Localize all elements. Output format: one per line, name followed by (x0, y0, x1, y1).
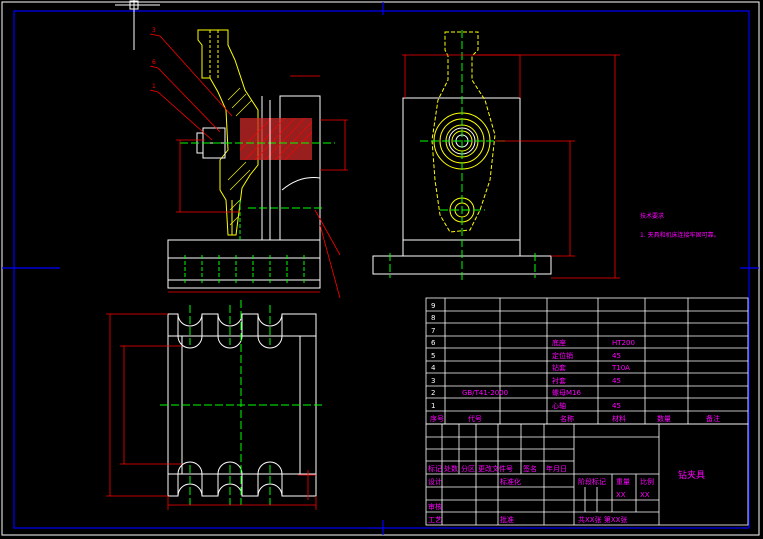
balloon-3: 3 (152, 27, 156, 34)
bom-header-material: 材料 (612, 414, 626, 423)
bom-name-2: 螺母M16 (552, 388, 581, 397)
bom-code-2: GB/T41-2000 (462, 389, 508, 397)
weight-value: XX (616, 491, 626, 499)
standardize-label: 标准化 (500, 477, 521, 486)
stage-mark-label: 阶段标记 (578, 477, 606, 486)
weight-label: 重量 (616, 478, 630, 486)
bom-header-qty: 数量 (657, 414, 671, 423)
review-label: 审核 (428, 502, 442, 511)
bom-no-4: 4 (431, 364, 436, 372)
mark-label-sign: 签名 (523, 464, 537, 473)
scale-label: 比例 (640, 477, 654, 486)
bom-no-2: 2 (431, 389, 435, 397)
mark-label-count: 处数 (444, 464, 458, 473)
drawing-background (0, 0, 763, 539)
notes-heading: 技术要求 (640, 212, 664, 220)
bom-no-3: 3 (431, 377, 435, 385)
bom-mat-3: 45 (612, 377, 621, 385)
notes-line-1: 1. 夹具和机床连接牢固可靠。 (640, 231, 720, 239)
bom-header-no: 序号 (430, 414, 444, 423)
mark-label-zone: 分区 (461, 464, 475, 473)
bom-name-4: 钻套 (552, 363, 566, 372)
bom-no-6: 6 (431, 339, 436, 347)
bom-no-7: 7 (431, 327, 435, 335)
bom-no-1: 1 (431, 402, 435, 410)
drawing-name: 钻夹具 (678, 469, 705, 481)
bom-mat-6: HT200 (612, 339, 635, 347)
balloon-1: 1 (152, 83, 156, 90)
design-label: 设计 (428, 477, 442, 486)
bom-mat-1: 45 (612, 402, 621, 410)
bom-name-5: 定位销 (552, 351, 573, 360)
bom-header-remark: 备注 (706, 414, 720, 423)
cad-drawing-canvas[interactable]: 3 6 1 技术要求 1. 夹具和机床连接牢固可靠。 9 8 7 6 5 4 3… (0, 0, 763, 539)
bom-header-code: 代号 (468, 414, 482, 423)
bom-no-5: 5 (431, 352, 435, 360)
bom-header-name: 名称 (560, 414, 574, 423)
bom-name-3: 衬套 (552, 376, 566, 385)
process-label: 工艺 (428, 516, 442, 524)
mark-label-date: 年月日 (546, 464, 567, 473)
bom-name-1: 心轴 (552, 401, 566, 410)
approve-label: 批准 (500, 515, 514, 524)
bom-no-9: 9 (431, 302, 435, 310)
bom-name-6: 底座 (552, 338, 566, 347)
bom-no-8: 8 (431, 314, 435, 322)
mark-label-mark: 标记 (428, 464, 442, 473)
bom-mat-4: T10A (611, 364, 630, 372)
sheet-count: 共XX张 第XX张 (578, 515, 627, 524)
bom-mat-5: 45 (612, 352, 621, 360)
scale-value: XX (640, 491, 650, 499)
mark-label-change-doc: 更改文件号 (478, 464, 513, 473)
balloon-6: 6 (152, 59, 156, 66)
